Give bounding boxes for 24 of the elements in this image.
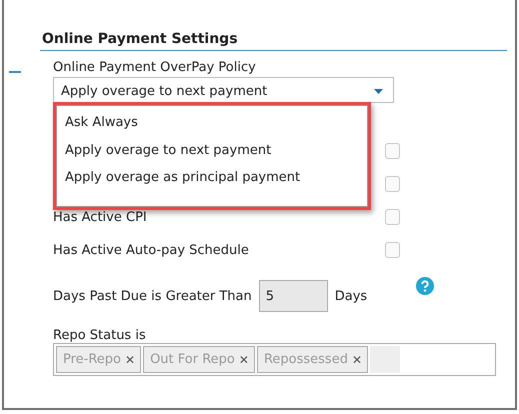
checkbox[interactable] xyxy=(385,176,400,192)
dropdown-option[interactable]: Apply overage to next payment xyxy=(56,144,368,171)
unit-label: Days xyxy=(334,288,368,304)
dropdown-option[interactable]: Ask Always xyxy=(56,116,368,144)
checkbox[interactable] xyxy=(385,143,400,159)
checkbox-label: Has Active CPI xyxy=(53,210,147,224)
field-label: Repo Status is xyxy=(53,328,147,343)
checkbox-label: Has Active Auto-pay Schedule xyxy=(53,242,249,258)
status-tag: Out For Repo ✕ xyxy=(143,346,255,373)
tag-field[interactable]: Pre-Repo ✕ Out For Repo ✕ Repossessed ✕ xyxy=(53,343,496,376)
caret-icon xyxy=(374,88,383,94)
remove-tag-button[interactable]: ✕ xyxy=(125,352,136,366)
remove-tag-button[interactable]: ✕ xyxy=(352,352,362,366)
field-label: Online Payment OverPay Policy xyxy=(53,60,257,75)
status-tag: Pre-Repo ✕ xyxy=(56,346,142,373)
field-label: Days Past Due is Greater Than xyxy=(53,288,252,304)
checkbox[interactable] xyxy=(385,242,400,258)
help-icon[interactable] xyxy=(416,277,434,295)
section-title: Online Payment Settings xyxy=(41,31,239,47)
number-field[interactable]: 5 xyxy=(258,280,328,312)
dropdown-option[interactable]: Apply overage as principal payment xyxy=(56,171,368,198)
status-tag: Repossessed ✕ xyxy=(256,346,368,373)
remove-tag-button[interactable]: ✕ xyxy=(238,352,249,366)
checkbox[interactable] xyxy=(385,209,400,225)
